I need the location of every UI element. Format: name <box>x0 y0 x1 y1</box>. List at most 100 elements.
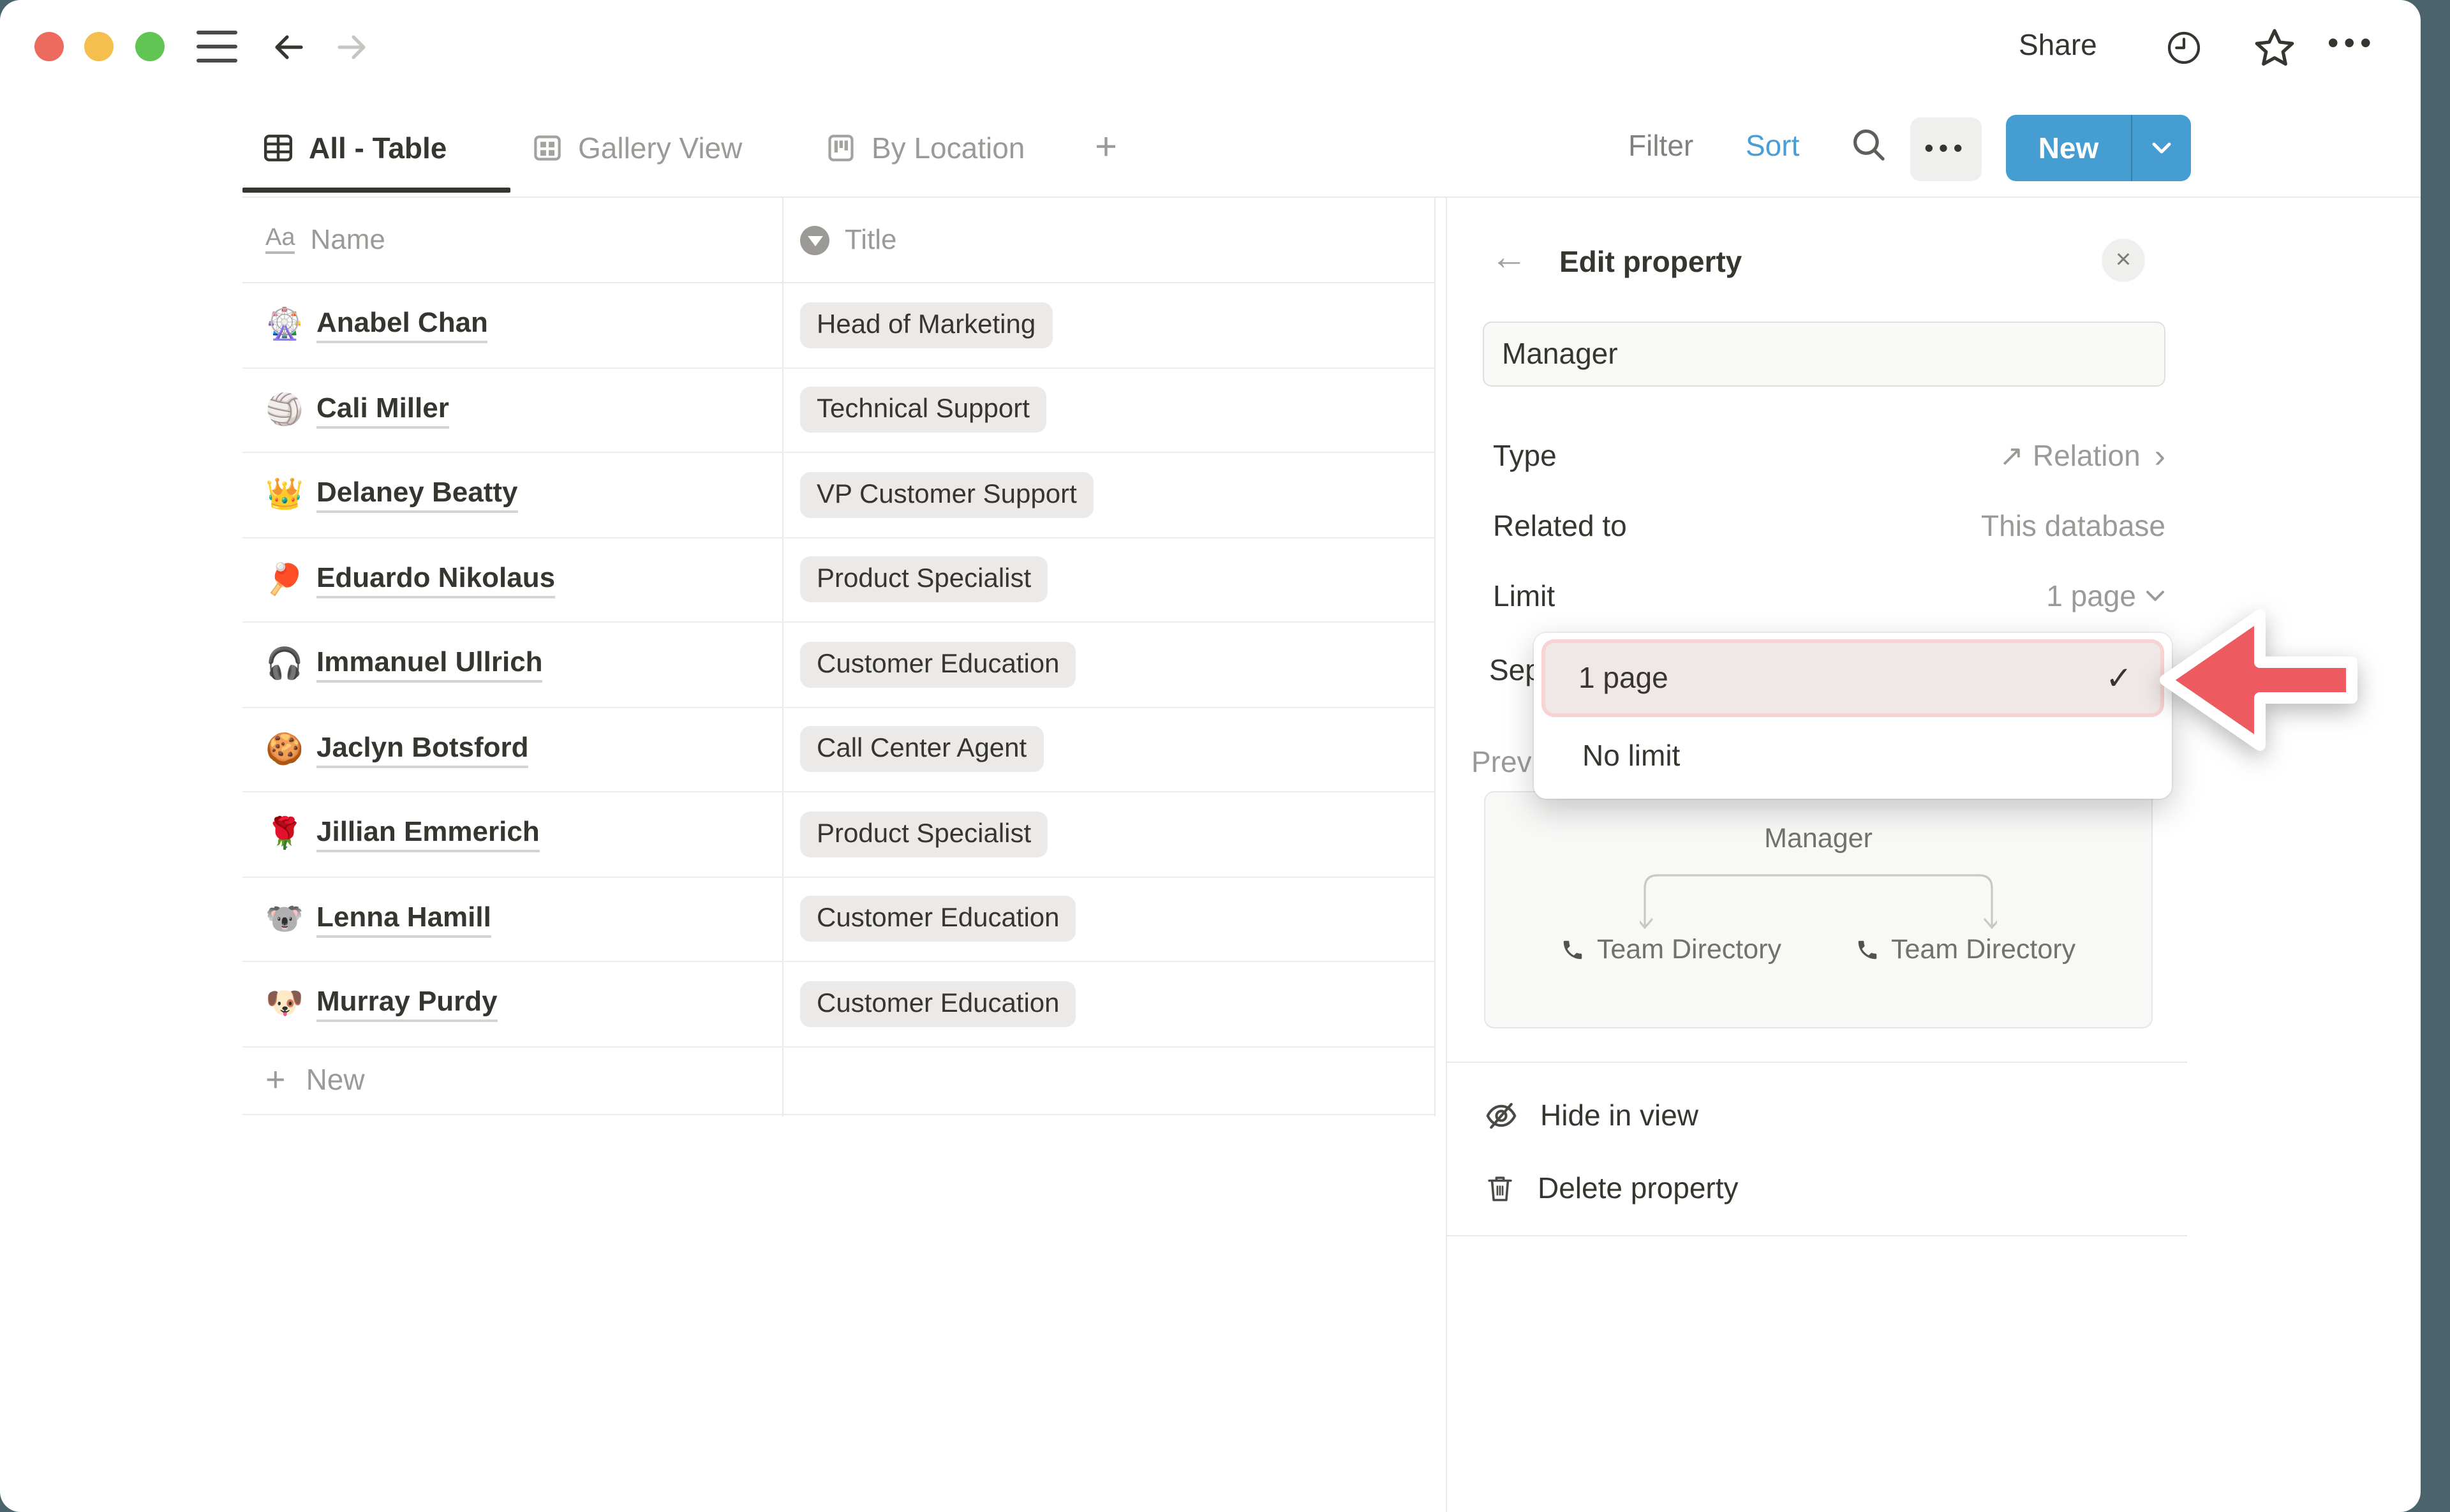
property-value-related[interactable]: This database <box>1981 508 2165 543</box>
page-name[interactable]: Jaclyn Botsford <box>316 731 529 768</box>
property-label: Limit <box>1493 579 1555 613</box>
traffic-light-minimize[interactable] <box>84 32 114 61</box>
page-name[interactable]: Murray Purdy <box>316 986 498 1023</box>
column-title-label: Title <box>845 223 897 256</box>
title-tag: Technical Support <box>800 387 1046 433</box>
page-emoji: 🌹 <box>265 816 316 853</box>
table-row[interactable]: 🍪Jaclyn Botsford Call Center Agent <box>242 708 1434 792</box>
table-row[interactable]: 🎧Immanuel Ullrich Customer Education <box>242 623 1434 708</box>
property-value-type[interactable]: ↗ Relation › <box>1999 436 2165 475</box>
panel-close-button[interactable]: × <box>2102 239 2145 282</box>
table-right-border[interactable] <box>1434 198 1436 1116</box>
tab-by-location[interactable]: By Location <box>823 110 1025 186</box>
column-header-title[interactable]: Title <box>782 223 897 256</box>
more-options-icon[interactable]: ••• <box>2328 26 2377 63</box>
app-window: Share ••• All - Table Gallery View <box>0 0 2421 1512</box>
title-cell[interactable]: Product Specialist <box>782 812 1434 857</box>
traffic-light-zoom[interactable] <box>135 32 165 61</box>
updates-clock-icon[interactable] <box>2163 27 2205 69</box>
title-tag: Customer Education <box>800 896 1076 942</box>
search-icon[interactable] <box>1848 124 1890 166</box>
option-label: 1 page <box>1578 661 1668 695</box>
title-cell[interactable]: Technical Support <box>782 387 1434 433</box>
property-value-text: This database <box>1981 508 2165 543</box>
sort-button[interactable]: Sort <box>1746 110 1799 181</box>
add-view-button[interactable]: + <box>1095 110 1117 186</box>
property-label: Type <box>1493 438 1557 473</box>
title-cell[interactable]: Head of Marketing <box>782 302 1434 348</box>
name-cell[interactable]: 🍪Jaclyn Botsford <box>242 731 782 768</box>
section-divider <box>1446 1235 2187 1236</box>
dropdown-option-1-page[interactable]: 1 page ✓ <box>1541 639 2164 717</box>
tab-label: Gallery View <box>578 131 742 165</box>
title-cell[interactable]: Customer Education <box>782 896 1434 942</box>
share-button[interactable]: Share <box>2019 28 2097 63</box>
table-row[interactable]: 🏐Cali Miller Technical Support <box>242 368 1434 453</box>
name-cell[interactable]: 🏐Cali Miller <box>242 392 782 429</box>
new-dropdown-button[interactable] <box>2132 115 2191 181</box>
dropdown-option-no-limit[interactable]: No limit <box>1541 722 2164 789</box>
plus-icon: + <box>1095 126 1117 170</box>
view-options-button[interactable]: ••• <box>1910 117 1982 181</box>
page-name[interactable]: Cali Miller <box>316 392 449 429</box>
chevron-down-icon <box>2145 589 2165 602</box>
text-property-icon: Aa <box>265 226 295 254</box>
page-name[interactable]: Delaney Beatty <box>316 477 518 514</box>
page-name[interactable]: Jillian Emmerich <box>316 816 540 853</box>
table-row[interactable]: 👑Delaney Beatty VP Customer Support <box>242 453 1434 538</box>
table-row[interactable]: 🏓Eduardo Nikolaus Product Specialist <box>242 538 1434 623</box>
limit-dropdown-menu: 1 page ✓ No limit <box>1534 633 2172 799</box>
name-cell[interactable]: 🌹Jillian Emmerich <box>242 816 782 853</box>
title-tag: VP Customer Support <box>800 472 1094 518</box>
title-cell[interactable]: Product Specialist <box>782 557 1434 603</box>
name-cell[interactable]: 🏓Eduardo Nikolaus <box>242 561 782 598</box>
filter-button[interactable]: Filter <box>1628 110 1693 181</box>
back-arrow-icon[interactable] <box>268 27 309 68</box>
preview-label-clipped: Prev <box>1471 745 1532 780</box>
page-emoji: 🏓 <box>265 561 316 598</box>
name-cell[interactable]: 👑Delaney Beatty <box>242 477 782 514</box>
tab-all-table[interactable]: All - Table <box>260 110 447 186</box>
page-name[interactable]: Lenna Hamill <box>316 901 491 938</box>
limit-select[interactable]: 1 page <box>2046 579 2165 613</box>
title-cell[interactable]: Call Center Agent <box>782 727 1434 773</box>
table-row[interactable]: 🎡Anabel Chan Head of Marketing <box>242 283 1434 368</box>
new-row-label: New <box>306 1063 365 1097</box>
favorite-star-icon[interactable] <box>2251 24 2298 71</box>
column-header-name[interactable]: Aa Name <box>242 223 782 256</box>
name-cell[interactable]: 🐶Murray Purdy <box>242 986 782 1023</box>
action-label: Delete property <box>1538 1171 1739 1205</box>
page-name[interactable]: Anabel Chan <box>316 307 488 344</box>
page-emoji: 🎡 <box>265 307 316 344</box>
new-button[interactable]: New <box>2006 115 2191 181</box>
property-name-input[interactable]: Manager <box>1483 322 2165 387</box>
page-name[interactable]: Eduardo Nikolaus <box>316 561 555 598</box>
name-cell[interactable]: 🐨Lenna Hamill <box>242 901 782 938</box>
panel-divider <box>1446 198 1447 1512</box>
title-cell[interactable]: Customer Education <box>782 981 1434 1027</box>
page-name[interactable]: Immanuel Ullrich <box>316 646 543 683</box>
page-emoji: 🏐 <box>265 392 316 429</box>
panel-back-icon[interactable]: ← <box>1490 237 1527 279</box>
name-cell[interactable]: 🎡Anabel Chan <box>242 307 782 344</box>
delete-property-button[interactable]: Delete property <box>1483 1156 2172 1220</box>
property-row-limit: Limit 1 page <box>1493 574 2165 618</box>
tab-gallery-view[interactable]: Gallery View <box>530 110 742 186</box>
property-label: Related to <box>1493 508 1627 543</box>
title-cell[interactable]: Customer Education <box>782 642 1434 688</box>
eye-slash-icon <box>1483 1097 1520 1134</box>
sidebar-menu-icon[interactable] <box>197 29 237 65</box>
table-row[interactable]: 🐨Lenna Hamill Customer Education <box>242 877 1434 962</box>
hide-in-view-button[interactable]: Hide in view <box>1483 1083 2172 1147</box>
forward-arrow-icon[interactable] <box>332 27 373 68</box>
new-row-button[interactable]: + New <box>242 1047 1434 1115</box>
table-row[interactable]: 🐶Murray Purdy Customer Education <box>242 962 1434 1047</box>
board-view-icon <box>823 130 859 166</box>
trash-icon <box>1483 1171 1517 1205</box>
traffic-light-close[interactable] <box>34 32 64 61</box>
new-button-label[interactable]: New <box>2006 115 2131 181</box>
table-row[interactable]: 🌹Jillian Emmerich Product Specialist <box>242 792 1434 877</box>
name-cell[interactable]: 🎧Immanuel Ullrich <box>242 646 782 683</box>
stage: Share ••• All - Table Gallery View <box>0 0 2450 1512</box>
title-cell[interactable]: VP Customer Support <box>782 472 1434 518</box>
